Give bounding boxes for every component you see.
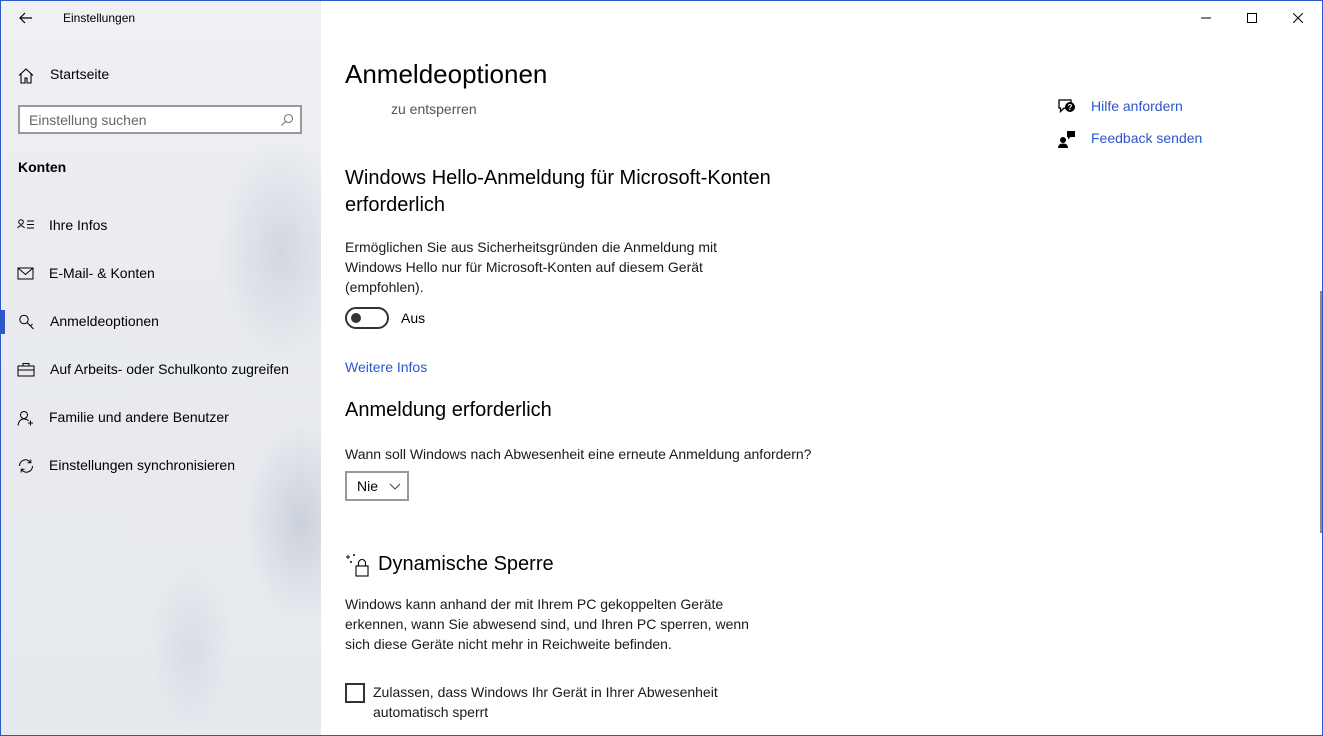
dynamic-lock-heading: Dynamische Sperre bbox=[378, 553, 554, 575]
sidebar-section-label: Konten bbox=[18, 159, 67, 175]
get-help-link[interactable]: ? Hilfe anfordern bbox=[1057, 95, 1257, 119]
sidebar-item-label: Einstellungen synchronisieren bbox=[49, 457, 235, 473]
page-title: Anmeldeoptionen bbox=[345, 59, 548, 89]
minimize-icon bbox=[1201, 17, 1211, 19]
search-box[interactable] bbox=[18, 105, 302, 134]
hello-toggle-switch[interactable] bbox=[345, 307, 389, 329]
signin-section-heading: Anmeldung erforderlich bbox=[345, 399, 552, 421]
dynamic-lock-description: Windows kann anhand der mit Ihrem PC gek… bbox=[345, 596, 749, 652]
signin-question: Wann soll Windows nach Abwesenheit eine … bbox=[345, 446, 812, 462]
toggle-knob bbox=[351, 313, 361, 323]
close-button[interactable] bbox=[1275, 1, 1321, 35]
sidebar-item-synchronisieren[interactable]: Einstellungen synchronisieren bbox=[1, 446, 321, 486]
home-icon bbox=[18, 68, 34, 84]
more-info-link[interactable]: Weitere Infos bbox=[345, 359, 427, 375]
back-arrow-icon bbox=[19, 12, 32, 24]
sidebar-item-arbeitskonto[interactable]: Auf Arbeits- oder Schulkonto zugreifen bbox=[1, 350, 321, 390]
svg-text:?: ? bbox=[1068, 103, 1073, 112]
main-content[interactable]: Anmeldeoptionen zu entsperren Windows He… bbox=[321, 1, 1322, 735]
dropdown-value: Nie bbox=[357, 478, 379, 494]
minimize-button[interactable] bbox=[1183, 1, 1229, 35]
back-button[interactable] bbox=[11, 5, 41, 31]
dynamic-lock-icon bbox=[346, 554, 369, 577]
active-indicator bbox=[1, 310, 5, 334]
send-feedback-label: Feedback senden bbox=[1091, 130, 1203, 146]
feedback-icon bbox=[1058, 131, 1075, 148]
briefcase-icon bbox=[17, 363, 35, 377]
signin-dropdown[interactable]: Nie bbox=[345, 471, 409, 501]
toggle-state-label: Aus bbox=[401, 310, 426, 326]
sidebar-item-label: E-Mail- & Konten bbox=[49, 265, 155, 281]
search-icon[interactable] bbox=[280, 113, 294, 127]
contact-card-icon bbox=[17, 219, 34, 229]
key-icon bbox=[19, 314, 34, 330]
mail-icon bbox=[17, 267, 34, 280]
dynamic-lock-checkbox-label[interactable]: Zulassen, dass Windows Ihr Gerät in Ihre… bbox=[373, 682, 773, 722]
add-user-icon bbox=[17, 411, 33, 426]
sync-icon bbox=[18, 459, 34, 473]
hello-section-heading: Windows Hello-Anmeldung für Microsoft-Ko… bbox=[345, 167, 771, 216]
chevron-down-icon bbox=[389, 483, 401, 490]
scrolled-text-fragment: zu entsperren bbox=[391, 101, 477, 117]
sidebar-item-label: Anmeldeoptionen bbox=[50, 313, 159, 329]
maximize-icon bbox=[1247, 13, 1257, 23]
sidebar: Einstellungen Startseite Konten Ihre Inf… bbox=[1, 1, 321, 735]
close-icon bbox=[1293, 13, 1303, 23]
sidebar-item-label: Familie und andere Benutzer bbox=[49, 409, 229, 425]
sidebar-home[interactable]: Startseite bbox=[1, 59, 321, 91]
settings-window: Einstellungen Startseite Konten Ihre Inf… bbox=[0, 0, 1323, 736]
dynamic-lock-checkbox[interactable] bbox=[345, 683, 365, 703]
hello-section-description: Ermöglichen Sie aus Sicherheitsgründen d… bbox=[345, 239, 717, 295]
search-input[interactable] bbox=[29, 111, 269, 129]
send-feedback-link[interactable]: Feedback senden bbox=[1057, 127, 1257, 151]
get-help-label: Hilfe anfordern bbox=[1091, 98, 1183, 114]
scrollbar[interactable] bbox=[1320, 291, 1322, 533]
sidebar-home-label: Startseite bbox=[50, 66, 110, 82]
sidebar-item-email-konten[interactable]: E-Mail- & Konten bbox=[1, 254, 321, 294]
app-title: Einstellungen bbox=[63, 11, 136, 25]
sidebar-item-anmeldeoptionen[interactable]: Anmeldeoptionen bbox=[1, 302, 321, 342]
sidebar-item-label: Ihre Infos bbox=[49, 217, 108, 233]
sidebar-item-familie[interactable]: Familie und andere Benutzer bbox=[1, 398, 321, 438]
sidebar-item-label: Auf Arbeits- oder Schulkonto zugreifen bbox=[50, 361, 289, 377]
sidebar-item-ihre-infos[interactable]: Ihre Infos bbox=[1, 206, 321, 246]
maximize-button[interactable] bbox=[1229, 1, 1275, 35]
help-chat-icon: ? bbox=[1058, 99, 1075, 114]
hello-toggle-row: Aus bbox=[345, 307, 425, 329]
